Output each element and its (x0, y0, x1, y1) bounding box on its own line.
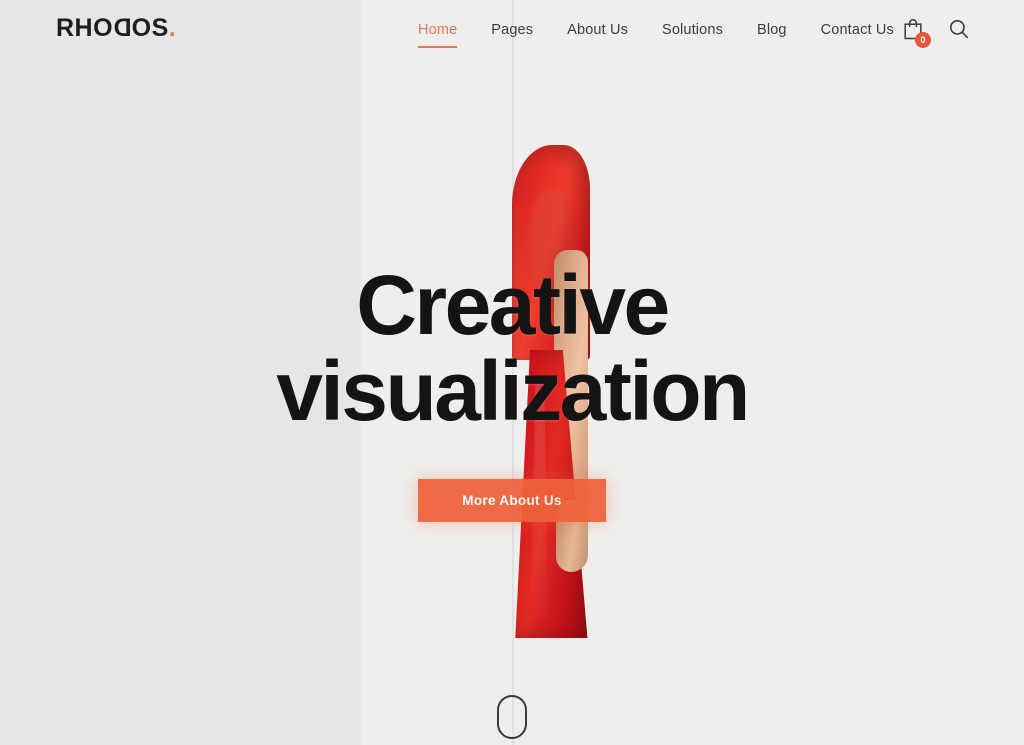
logo-text-start: RHO (56, 14, 114, 42)
cart-button[interactable]: 0 (900, 18, 931, 48)
search-icon (948, 18, 970, 45)
hero-cta-wrapper: More About Us (0, 479, 1024, 522)
nav-item-blog[interactable]: Blog (740, 20, 804, 40)
site-header: RHODOS. Home Pages About Us Solutions Bl… (0, 0, 1024, 62)
nav-item-pages[interactable]: Pages (474, 20, 550, 40)
hero-image-strip (512, 0, 600, 745)
nav-item-contact-us[interactable]: Contact Us (804, 20, 911, 40)
logo-dot: . (168, 14, 177, 42)
main-navigation: Home Pages About Us Solutions Blog Conta… (412, 20, 911, 48)
logo-text-end: OS (131, 14, 169, 42)
logo[interactable]: RHODOS. (56, 14, 177, 42)
logo-mirrored-d: D (113, 14, 132, 42)
nav-item-about-us[interactable]: About Us (550, 20, 645, 40)
page-root: RHODOS. Home Pages About Us Solutions Bl… (0, 0, 1024, 745)
cart-count-badge: 0 (915, 32, 931, 48)
hero-strip-edge (512, 0, 514, 745)
background-seam (356, 0, 364, 745)
header-icon-group: 0 (900, 18, 972, 48)
background-panel-right (360, 0, 1024, 745)
nav-item-solutions[interactable]: Solutions (645, 20, 740, 40)
nav-item-home[interactable]: Home (412, 20, 474, 48)
scroll-down-indicator[interactable] (497, 695, 527, 739)
search-button[interactable] (946, 18, 972, 44)
background-panel-left (0, 0, 360, 745)
hero-photo (512, 0, 600, 745)
more-about-us-button[interactable]: More About Us (418, 479, 606, 522)
